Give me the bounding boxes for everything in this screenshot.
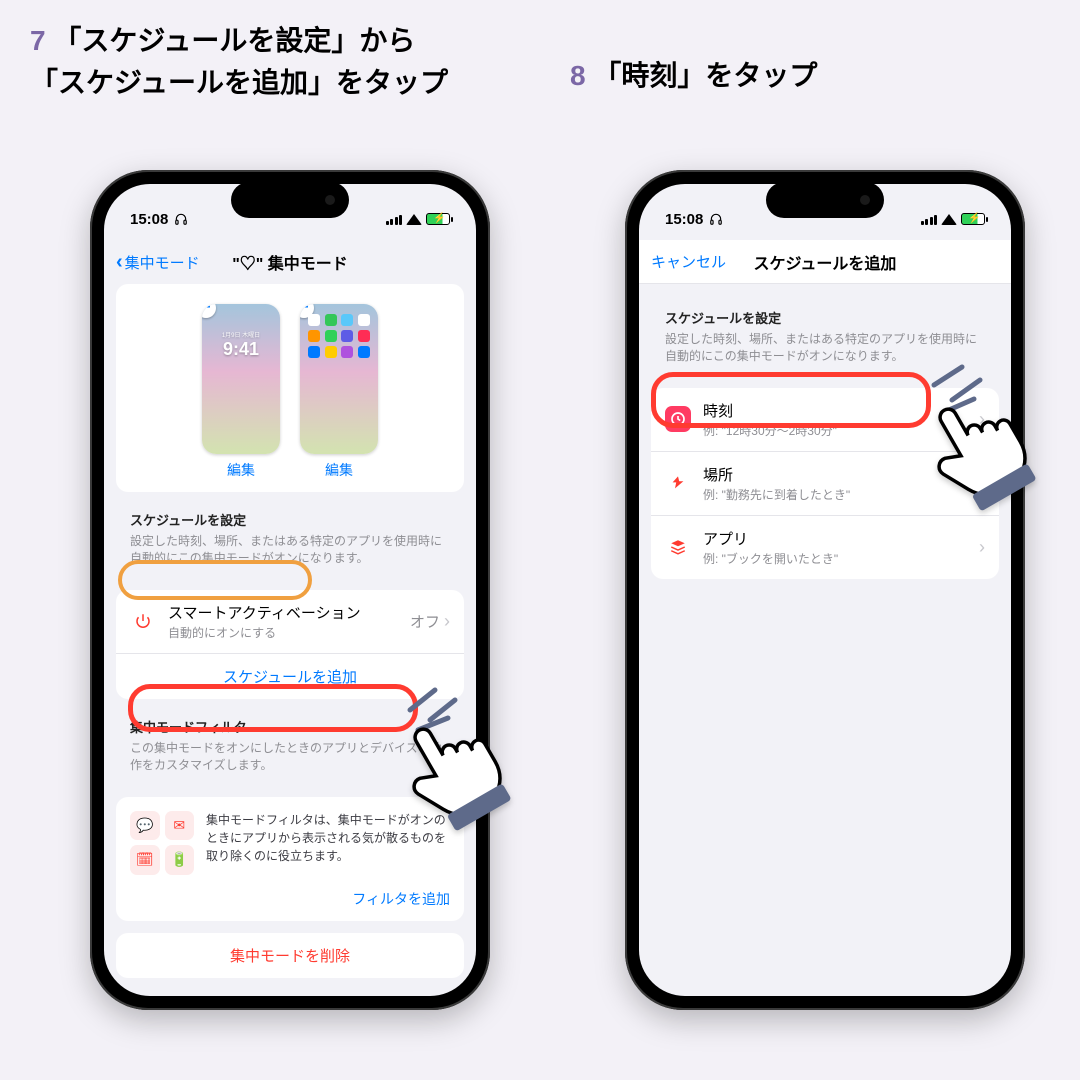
power-icon — [130, 608, 156, 634]
edit-link-1[interactable]: 編集 — [227, 460, 255, 480]
cellular-icon — [921, 213, 938, 225]
location-icon — [665, 470, 691, 496]
add-schedule-button[interactable]: スケジュールを追加 — [223, 666, 357, 687]
battery-icon: ⚡ — [961, 213, 985, 225]
lock-screen-preview[interactable]: − 1月9日 木曜日9:41 編集 — [202, 304, 280, 480]
cellular-icon — [386, 213, 403, 225]
status-time: 15:08 — [665, 211, 703, 228]
wifi-icon — [941, 214, 957, 225]
step7-text-1: 「スケジュールを設定」から — [53, 25, 415, 56]
smart-activation-label: スマートアクティベーション — [168, 602, 398, 623]
cancel-label: キャンセル — [651, 251, 726, 272]
modal-nav-bar: キャンセル スケジュールを追加 — [639, 240, 1011, 284]
step8-number: 8 — [570, 60, 586, 91]
wifi-icon — [406, 214, 422, 225]
step7-caption: 7 「スケジュールを設定」から 「スケジュールを追加」をタップ — [30, 20, 510, 104]
smart-activation-sub: 自動的にオンにする — [168, 624, 398, 641]
chevron-right-icon: › — [979, 409, 985, 430]
headphones-icon — [174, 212, 188, 226]
cancel-button[interactable]: キャンセル — [651, 251, 726, 272]
location-row[interactable]: 場所 例: "勤務先に到着したとき" › — [651, 451, 999, 515]
app-stack-icon — [665, 534, 691, 560]
step7-number: 7 — [30, 25, 46, 56]
status-time: 15:08 — [130, 211, 168, 228]
headphones-icon — [709, 212, 723, 226]
nav-back-button[interactable]: ‹ 集中モード — [116, 252, 200, 273]
time-example: 例: "12時30分～2時30分" — [703, 422, 967, 439]
nav-back-label: 集中モード — [125, 252, 200, 273]
app-row[interactable]: アプリ 例: "ブックを開いたとき" › — [651, 515, 999, 579]
location-label: 場所 — [703, 464, 967, 485]
schedule-header: スケジュールを設定 — [651, 284, 999, 331]
filter-section-header: 集中モードフィルタ — [116, 699, 464, 740]
smart-activation-value: オフ — [410, 611, 440, 632]
filter-section-subtitle: この集中モードをオンにしたときのアプリとデバイスの動作をカスタマイズします。 — [116, 740, 464, 785]
time-label: 時刻 — [703, 400, 967, 421]
app-label: アプリ — [703, 528, 967, 549]
chevron-right-icon: › — [979, 473, 985, 494]
screen-left: 15:08 ⚡ ‹ 集中モード "♡" 集中モード − — [104, 184, 476, 996]
battery-icon: ⚡ — [426, 213, 450, 225]
smart-activation-row[interactable]: スマートアクティベーション 自動的にオンにする オフ › — [116, 590, 464, 653]
schedule-subtitle: 設定した時刻、場所、またはある特定のアプリを使用時に自動的にこの集中モードがオン… — [651, 331, 999, 376]
nav-title: "♡" 集中モード — [232, 250, 348, 274]
screen-right: 15:08 ⚡ キャンセル スケジュールを追加 スケジュールを設定 設定した時刻… — [639, 184, 1011, 996]
schedule-section-header: スケジュールを設定 — [116, 492, 464, 533]
chevron-left-icon: ‹ — [116, 252, 123, 272]
location-example: 例: "勤務先に到着したとき" — [703, 486, 967, 503]
time-row[interactable]: 時刻 例: "12時30分～2時30分" › — [651, 388, 999, 451]
dynamic-island — [231, 182, 349, 218]
dynamic-island — [766, 182, 884, 218]
home-screen-preview[interactable]: − 編集 — [300, 304, 378, 480]
clock-icon — [665, 406, 691, 432]
phone-mockup-right: 15:08 ⚡ キャンセル スケジュールを追加 スケジュールを設定 設定した時刻… — [625, 170, 1025, 1010]
nav-bar: ‹ 集中モード "♡" 集中モード — [104, 240, 476, 284]
add-filter-button[interactable]: フィルタを追加 — [116, 889, 464, 921]
app-example: 例: "ブックを開いたとき" — [703, 550, 967, 567]
step8-text: 「時刻」をタップ — [593, 60, 817, 91]
filter-description-text: 集中モードフィルタは、集中モードがオンのときにアプリから表示される気が散るものを… — [206, 811, 450, 875]
step7-text-2: 「スケジュールを追加」をタップ — [30, 67, 448, 98]
screen-previews: − 1月9日 木曜日9:41 編集 − 編集 — [116, 284, 464, 492]
schedule-section-subtitle: 設定した時刻、場所、またはある特定のアプリを使用時に自動的にこの集中モードがオン… — [116, 533, 464, 578]
chevron-right-icon: › — [444, 611, 450, 632]
filter-description-row: 💬✉︎🗓🔋 集中モードフィルタは、集中モードがオンのときにアプリから表示される気… — [116, 797, 464, 889]
phone-mockup-left: 15:08 ⚡ ‹ 集中モード "♡" 集中モード − — [90, 170, 490, 1010]
delete-focus-button[interactable]: 集中モードを削除 — [116, 933, 464, 978]
step8-caption: 8 「時刻」をタップ — [570, 55, 817, 97]
edit-link-2[interactable]: 編集 — [325, 460, 353, 480]
chevron-right-icon: › — [979, 537, 985, 558]
modal-title: スケジュールを追加 — [754, 250, 897, 274]
remove-preview-icon[interactable]: − — [202, 304, 216, 318]
filter-apps-icon: 💬✉︎🗓🔋 — [130, 811, 194, 875]
